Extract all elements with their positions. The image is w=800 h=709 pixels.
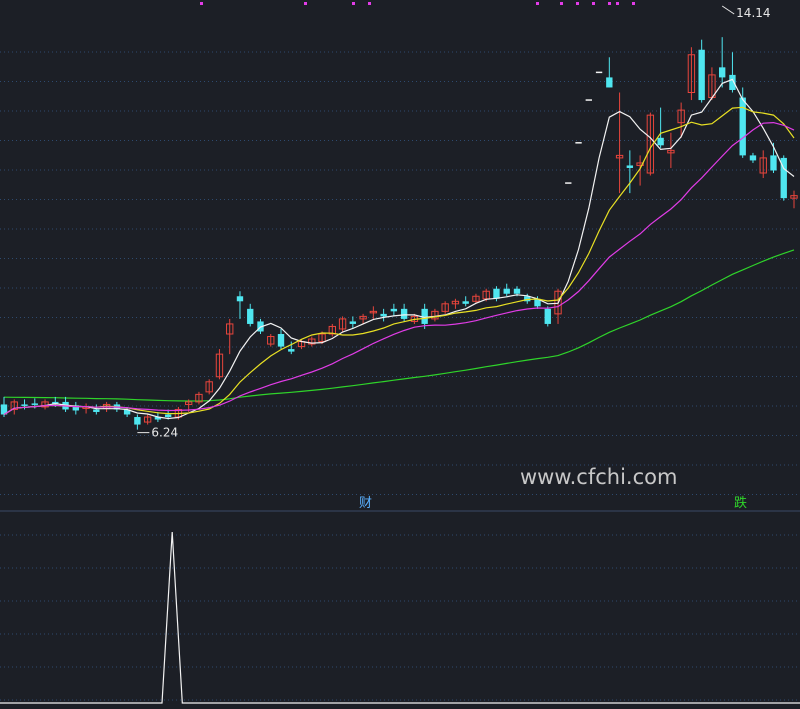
- signal-dot: [592, 2, 595, 5]
- signal-dot: [368, 2, 371, 5]
- candle-body-down: [277, 334, 285, 347]
- candle-body-down: [134, 417, 141, 425]
- candle-body-down: [288, 349, 295, 352]
- buy-signal-label: 财: [359, 496, 372, 511]
- ma60-line: [3, 249, 795, 402]
- moving-averages-layer: [3, 78, 795, 420]
- high-price-label: 14.14: [736, 6, 770, 20]
- candle-body-down: [739, 97, 746, 156]
- candle-body-down: [657, 137, 664, 146]
- candle-body-down: [493, 288, 500, 299]
- stock-chart: 14.14 6.24 www.cfchi.com 财 跌: [0, 2, 800, 704]
- ma60-layer: [3, 249, 795, 402]
- candle-body-down: [729, 74, 736, 90]
- price-grid: [0, 51, 800, 495]
- candle-body-down: [349, 321, 357, 324]
- candle-body-down: [236, 296, 244, 302]
- ma5-line: [3, 78, 795, 420]
- ma10-line: [3, 106, 795, 416]
- candle-body-down: [503, 288, 510, 294]
- candle-body-down: [247, 308, 254, 324]
- signal-dot: [352, 2, 355, 5]
- candle-body-down: [380, 313, 387, 317]
- signal-dot: [616, 2, 619, 5]
- sell-signal-label: 跌: [734, 495, 747, 511]
- candle-body-down: [544, 308, 551, 324]
- candles-layer: [0, 37, 798, 430]
- candle-body-down: [770, 155, 777, 171]
- indicator-pane: [0, 531, 800, 704]
- candle-body-down: [513, 288, 521, 294]
- signal-dot: [200, 2, 203, 5]
- ma20-line: [3, 121, 795, 416]
- candle-body-down: [21, 404, 28, 406]
- candle-body-down: [698, 49, 705, 101]
- signal-dot: [576, 2, 579, 5]
- candle-body-down: [606, 77, 613, 88]
- signal-markers: [200, 2, 635, 5]
- signal-dot: [536, 2, 539, 5]
- candle-body-down: [462, 301, 469, 304]
- candle-body-down: [31, 403, 38, 405]
- candle-body-down: [719, 67, 726, 78]
- signal-dot: [304, 2, 307, 5]
- high-price-pointer: [721, 5, 735, 15]
- signal-dot: [560, 2, 563, 5]
- candle-body-down: [749, 155, 757, 161]
- candle-body-down: [626, 165, 634, 168]
- low-price-label: 6.24: [151, 426, 178, 440]
- watermark: www.cfchi.com: [520, 465, 677, 489]
- candle-body-down: [390, 308, 398, 312]
- candle-body-down: [93, 409, 100, 412]
- indicator-line: [0, 531, 800, 704]
- signal-dot: [632, 2, 635, 5]
- candle-body-down: [400, 308, 408, 319]
- signal-dot: [608, 2, 611, 5]
- candle-body-down: [164, 414, 172, 418]
